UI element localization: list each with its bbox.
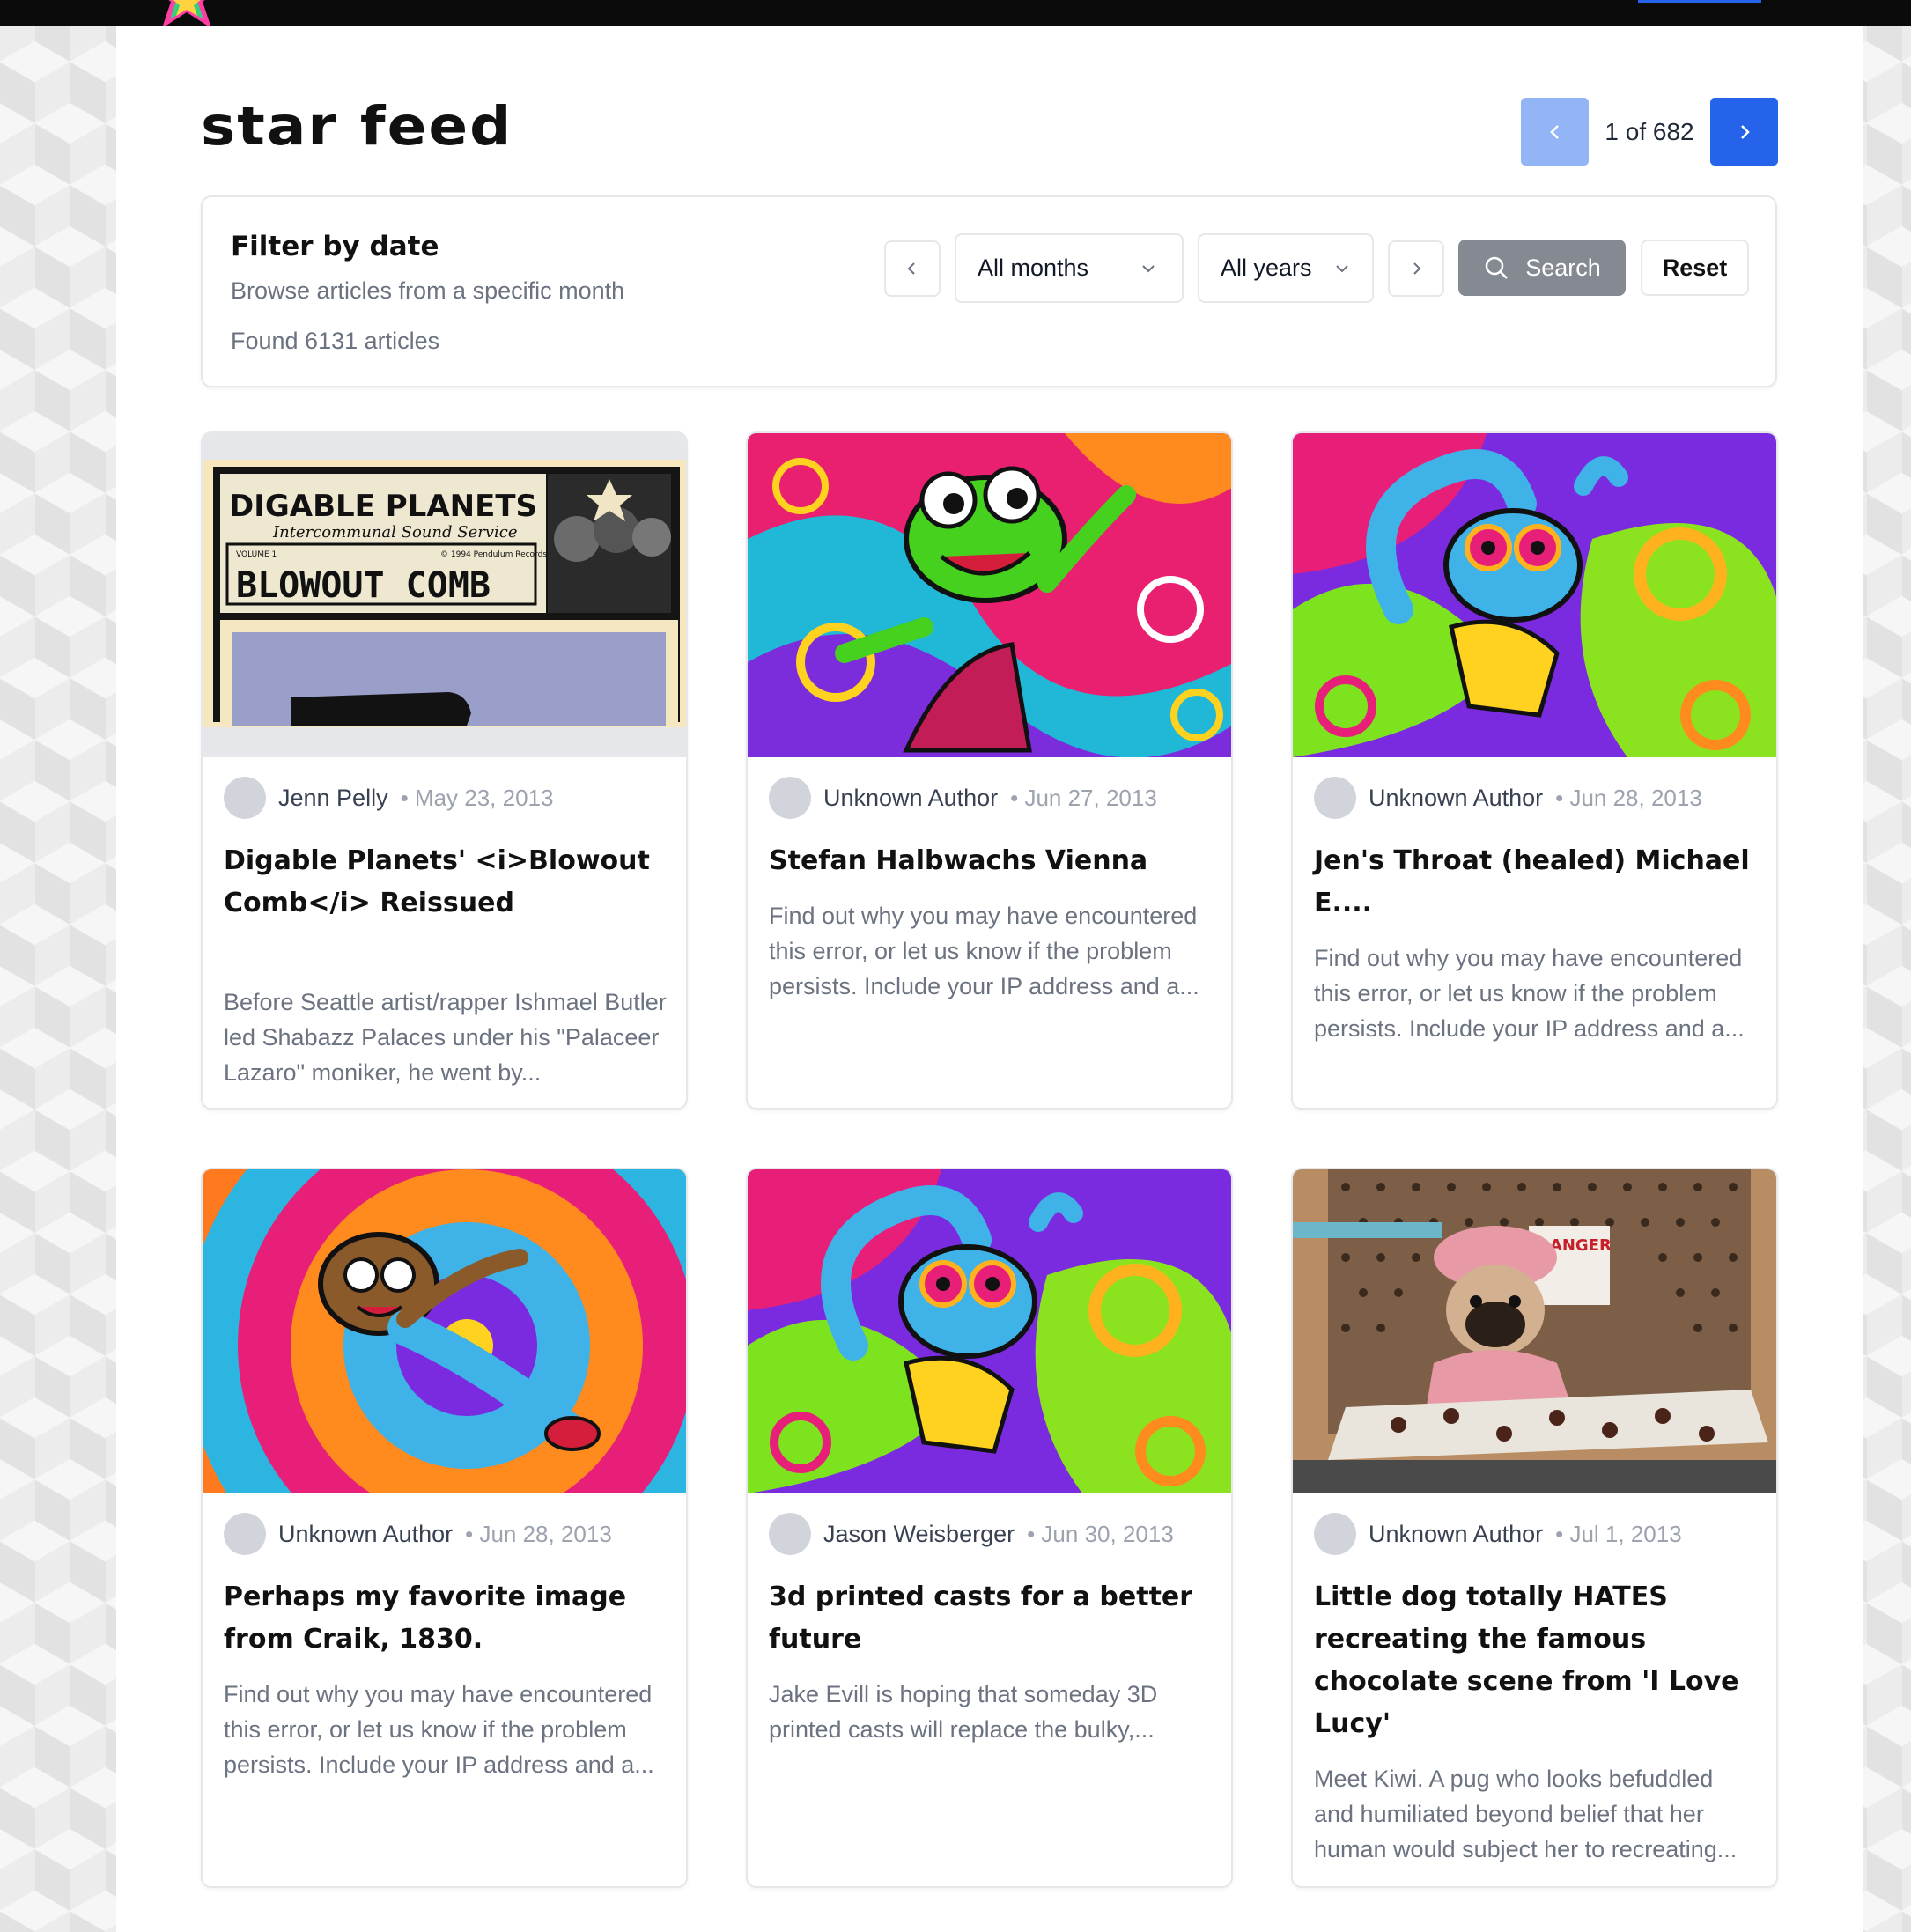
author-name[interactable]: Unknown Author [278,1521,453,1548]
article-meta: Jason Weisberger • Jun 30, 2013 [769,1513,1174,1555]
author-name[interactable]: Unknown Author [823,785,998,812]
page-title: star feed [201,95,513,158]
album-copyright-text: © 1994 Pendulum Records [440,550,547,559]
article-card[interactable]: DANGER Unknown Author • Jul 1, 2013 Litt… [1291,1168,1778,1888]
article-date: • Jun 28, 2013 [465,1520,612,1547]
chevron-right-icon [1740,124,1750,139]
article-date: • May 23, 2013 [400,784,554,811]
month-select-value: All months [978,254,1089,281]
author-name[interactable]: Unknown Author [1369,785,1543,812]
reset-button[interactable]: Reset [1641,240,1749,296]
search-button[interactable]: Search [1458,240,1626,296]
article-title[interactable]: Perhaps my favorite image from Craik, 18… [224,1576,664,1661]
article-excerpt: Meet Kiwi. A pug who looks befuddled and… [1314,1766,1738,1862]
month-next-button[interactable] [1388,240,1444,297]
author-name[interactable]: Jason Weisberger [823,1521,1015,1548]
author-avatar [769,1513,811,1555]
chevron-down-icon [1336,264,1348,272]
article-card[interactable]: DIGABLE PLANETS Intercommunal Sound Serv… [201,431,688,1110]
article-excerpt: Before Seattle artist/rapper Ishmael But… [224,989,667,1086]
year-select-value: All years [1221,254,1312,281]
article-meta: Unknown Author • Jul 1, 2013 [1314,1513,1682,1555]
pager-prev-button[interactable] [1521,98,1589,166]
month-prev-button[interactable] [884,240,941,297]
author-name[interactable]: Jenn Pelly [278,785,388,812]
pager-next-button[interactable] [1710,98,1778,166]
article-date: • Jun 27, 2013 [1010,784,1157,811]
chevron-down-icon [1142,264,1155,272]
author-avatar [1314,1513,1356,1555]
article-thumbnail [1293,433,1776,757]
article-thumbnail [748,433,1231,757]
article-title[interactable]: 3d printed casts for a better future [769,1576,1209,1661]
article-card[interactable]: Jason Weisberger • Jun 30, 2013 3d print… [746,1168,1233,1888]
article-excerpt: Find out why you may have encountered th… [769,903,1199,999]
article-meta: Jenn Pelly • May 23, 2013 [224,777,553,819]
author-avatar [224,777,266,819]
monkey-illustration-image [203,1169,686,1493]
article-date: • Jun 28, 2013 [1555,784,1702,811]
chevron-left-icon [907,262,915,275]
article-thumbnail [203,1169,686,1493]
search-icon [1485,256,1509,279]
year-select[interactable]: All years [1198,233,1374,303]
article-thumbnail: DANGER [1293,1169,1776,1493]
article-excerpt: Jake Evill is hoping that someday 3D pri… [769,1681,1158,1743]
filter-subtitle: Browse articles from a specific month [231,277,625,304]
article-excerpt: Find out why you may have encountered th… [1314,945,1745,1042]
article-card[interactable]: Unknown Author • Jun 28, 2013 Jen's Thro… [1291,431,1778,1110]
pager-status: 1 of 682 [1605,118,1694,145]
article-excerpt: Find out why you may have encountered th… [224,1681,654,1778]
article-title[interactable]: Stefan Halbwachs Vienna [769,840,1209,882]
article-meta: Unknown Author • Jun 28, 2013 [224,1513,612,1555]
article-title[interactable]: Little dog totally HATES recreating the … [1314,1576,1754,1745]
pug-photo-image: DANGER [1293,1169,1776,1493]
article-count: Found 6131 articles [231,328,440,354]
top-navbar [0,0,1911,26]
article-card[interactable]: Unknown Author • Jun 27, 2013 Stefan Hal… [746,431,1233,1110]
article-meta: Unknown Author • Jun 28, 2013 [1314,777,1702,819]
article-thumbnail: DIGABLE PLANETS Intercommunal Sound Serv… [203,433,686,757]
article-meta: Unknown Author • Jun 27, 2013 [769,777,1157,819]
chevron-right-icon [1413,262,1421,275]
album-volume-text: VOLUME 1 [236,550,277,559]
frog-illustration-image [748,433,1231,757]
album-subtitle-text: Intercommunal Sound Service [272,523,518,542]
article-date: • Jun 30, 2013 [1027,1520,1174,1547]
article-card[interactable]: Unknown Author • Jun 28, 2013 Perhaps my… [201,1168,688,1888]
author-avatar [1314,777,1356,819]
author-avatar [224,1513,266,1555]
creature-illustration-image [748,1169,1231,1493]
article-title[interactable]: Digable Planets' <i>Blowout Comb</i> Rei… [224,840,664,925]
creature-illustration-image [1293,433,1776,757]
author-avatar [769,777,811,819]
album-title-text: BLOWOUT COMB [236,565,491,606]
article-date: • Jul 1, 2013 [1555,1520,1682,1547]
article-title[interactable]: Jen's Throat (healed) Michael E.... [1314,840,1754,925]
filter-title: Filter by date [231,231,439,262]
month-select[interactable]: All months [955,233,1184,303]
search-button-label: Search [1525,254,1601,281]
top-nav-button-edge[interactable] [1638,0,1761,3]
album-cover-image: DIGABLE PLANETS Intercommunal Sound Serv… [203,433,686,757]
chevron-left-icon [1549,124,1559,139]
author-name[interactable]: Unknown Author [1369,1521,1543,1548]
album-band-text: DIGABLE PLANETS [229,489,537,524]
article-thumbnail [748,1169,1231,1493]
